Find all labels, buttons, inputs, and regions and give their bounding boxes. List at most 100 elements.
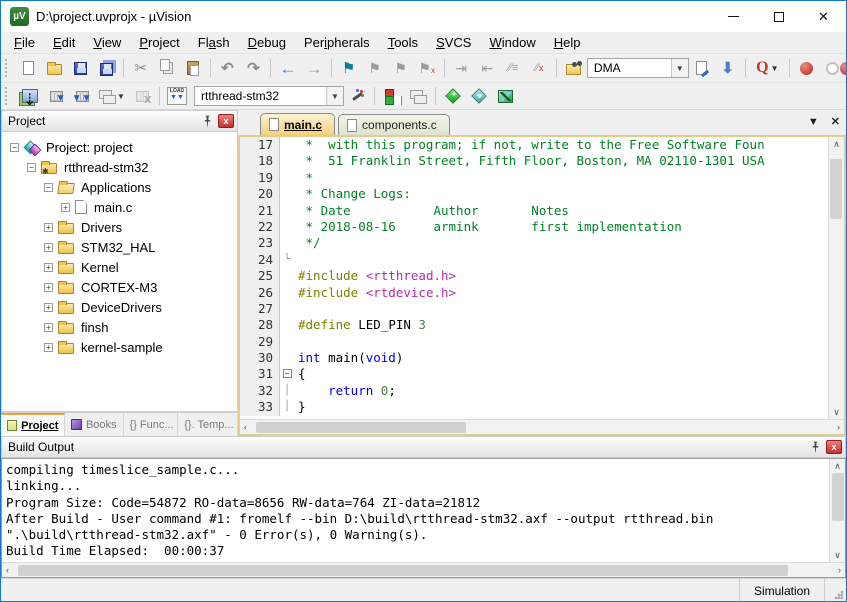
menu-view[interactable]: View	[84, 33, 130, 52]
menu-help[interactable]: Help	[545, 33, 590, 52]
code-line[interactable]: 33│}	[240, 399, 828, 415]
panel-tab-func[interactable]: {} Func...	[124, 413, 179, 436]
rebuild-button[interactable]: ▼▼	[70, 85, 94, 107]
code-line[interactable]: 22 * 2018-08-16 armink first implementat…	[240, 219, 828, 235]
expand-icon[interactable]: +	[44, 323, 53, 332]
build-scroll-right-icon[interactable]: ›	[838, 565, 841, 575]
code-line[interactable]: 29	[240, 334, 828, 350]
build-output-close-icon[interactable]: x	[826, 440, 842, 454]
indent-button[interactable]: ⇥	[449, 57, 473, 79]
menu-project[interactable]: Project	[130, 33, 188, 52]
code-line[interactable]: 32│ return 0;	[240, 383, 828, 399]
comment-selection-button[interactable]: ∕∕≡	[501, 57, 525, 79]
tree-item[interactable]: + Kernel	[2, 257, 237, 277]
menu-peripherals[interactable]: Peripherals	[295, 33, 379, 52]
open-file-button[interactable]	[42, 57, 66, 79]
code-line[interactable]: 19 *	[240, 170, 828, 186]
uncomment-selection-button[interactable]: ∕∕x	[527, 57, 551, 79]
tree-item[interactable]: +STM32_HAL	[2, 237, 237, 257]
find-combobox[interactable]: DMA ▼	[587, 58, 689, 78]
collapse-icon[interactable]: −	[27, 163, 36, 172]
panel-tab-temp[interactable]: {}. Temp...	[178, 413, 238, 436]
menu-svcs[interactable]: SVCS	[427, 33, 480, 52]
code-view[interactable]: 17 * with this program; if not, write to…	[240, 137, 828, 419]
code-line[interactable]: 18 * 51 Franklin Street, Fifth Floor, Bo…	[240, 153, 828, 169]
tree-item[interactable]: + finsh	[2, 317, 237, 337]
tree-item-label[interactable]: Kernel	[79, 260, 121, 275]
menu-file[interactable]: File	[5, 33, 44, 52]
code-line[interactable]: 28#define LED_PIN 3	[240, 317, 828, 333]
editor-horizontal-scrollbar[interactable]: ‹ ›	[240, 419, 844, 434]
minimize-button[interactable]	[711, 1, 756, 32]
expand-icon[interactable]: +	[61, 203, 70, 212]
scroll-left-icon[interactable]: ‹	[244, 422, 247, 432]
tree-item[interactable]: + main.c	[2, 197, 237, 217]
build-button[interactable]: ▼	[44, 85, 68, 107]
options-for-target-button[interactable]	[345, 85, 369, 107]
scroll-down-icon[interactable]: ∨	[833, 407, 840, 417]
collapse-icon[interactable]: −	[44, 183, 53, 192]
document-list-dropdown-icon[interactable]: ▼	[808, 115, 819, 129]
tree-item[interactable]: + Drivers	[2, 217, 237, 237]
expand-icon[interactable]: +	[44, 263, 53, 272]
code-line[interactable]: 24└	[240, 252, 828, 268]
find-in-files-dialog-button[interactable]	[690, 57, 714, 79]
code-line[interactable]: 27	[240, 301, 828, 317]
menu-flash[interactable]: Flash	[189, 33, 239, 52]
translate-file-button[interactable]: ⇣	[18, 85, 42, 107]
next-bookmark-button[interactable]: ⚑	[389, 57, 413, 79]
unindent-button[interactable]: ⇤	[475, 57, 499, 79]
tree-item[interactable]: +DeviceDrivers	[2, 297, 237, 317]
tree-item[interactable]: − Applications	[2, 177, 237, 197]
code-line[interactable]: 17 * with this program; if not, write to…	[240, 137, 828, 153]
tree-item[interactable]: − rtthread-stm32	[2, 157, 237, 177]
tree-item-label[interactable]: Drivers	[79, 220, 124, 235]
fold-collapse-icon[interactable]: −	[283, 369, 292, 378]
undo-button[interactable]: ↶	[215, 57, 239, 79]
cut-button[interactable]: ✂	[129, 57, 153, 79]
build-vertical-scrollbar[interactable]: ∧ ∨	[829, 459, 845, 562]
toolbar-grip-2[interactable]	[5, 87, 12, 105]
tree-item-label[interactable]: finsh	[79, 320, 110, 335]
expand-icon[interactable]: +	[44, 243, 53, 252]
code-line[interactable]: 26#include <rtdevice.h>	[240, 285, 828, 301]
tree-item-label[interactable]: main.c	[92, 200, 134, 215]
navigate-back-button[interactable]: ←	[276, 57, 300, 79]
build-scroll-left-icon[interactable]: ‹	[6, 565, 9, 575]
build-vscroll-thumb[interactable]	[832, 473, 844, 521]
find-dropdown-button[interactable]: ▼	[671, 59, 688, 77]
target-dropdown-button[interactable]: ▼	[326, 87, 343, 105]
find-in-files-button[interactable]	[562, 57, 586, 79]
toggle-bookmark-button[interactable]: ⚑	[337, 57, 361, 79]
prev-bookmark-button[interactable]: ⚑	[363, 57, 387, 79]
pin-icon[interactable]	[199, 114, 215, 128]
editor-hscroll-thumb[interactable]	[256, 422, 466, 433]
project-panel-close-icon[interactable]: x	[218, 114, 234, 128]
fold-margin[interactable]: −	[280, 366, 294, 382]
maximize-button[interactable]	[756, 1, 801, 32]
expand-icon[interactable]: +	[44, 223, 53, 232]
code-line[interactable]: 25#include <rtthread.h>	[240, 268, 828, 284]
code-line[interactable]: 30int main(void)	[240, 350, 828, 366]
expand-icon[interactable]: +	[44, 283, 53, 292]
save-all-button[interactable]	[94, 57, 118, 79]
code-line[interactable]: 21 * Date Author Notes	[240, 203, 828, 219]
editor-vscroll-thumb[interactable]	[830, 159, 842, 219]
batch-build-button[interactable]: ▼	[96, 85, 128, 107]
close-button[interactable]: ✕	[801, 1, 846, 32]
quick-find-button[interactable]: Q▼	[750, 57, 784, 79]
tree-item-label[interactable]: rtthread-stm32	[62, 160, 151, 175]
tree-item-label[interactable]: kernel-sample	[79, 340, 165, 355]
manage-project-items-button[interactable]	[380, 85, 404, 107]
navigate-forward-button[interactable]: →	[302, 57, 326, 79]
tree-item-label[interactable]: Applications	[79, 180, 153, 195]
insert-breakpoint-button[interactable]	[795, 57, 819, 79]
code-line[interactable]: 23 */	[240, 235, 828, 251]
resize-grip[interactable]	[824, 579, 846, 602]
pack-installer-button[interactable]	[493, 85, 517, 107]
panel-tab-books[interactable]: Books	[65, 413, 123, 436]
build-scroll-up-icon[interactable]: ∧	[834, 461, 841, 471]
target-value[interactable]: rtthread-stm32	[195, 89, 326, 103]
editor-tab-main-c[interactable]: main.c	[260, 113, 335, 135]
tree-item[interactable]: +kernel-sample	[2, 337, 237, 357]
